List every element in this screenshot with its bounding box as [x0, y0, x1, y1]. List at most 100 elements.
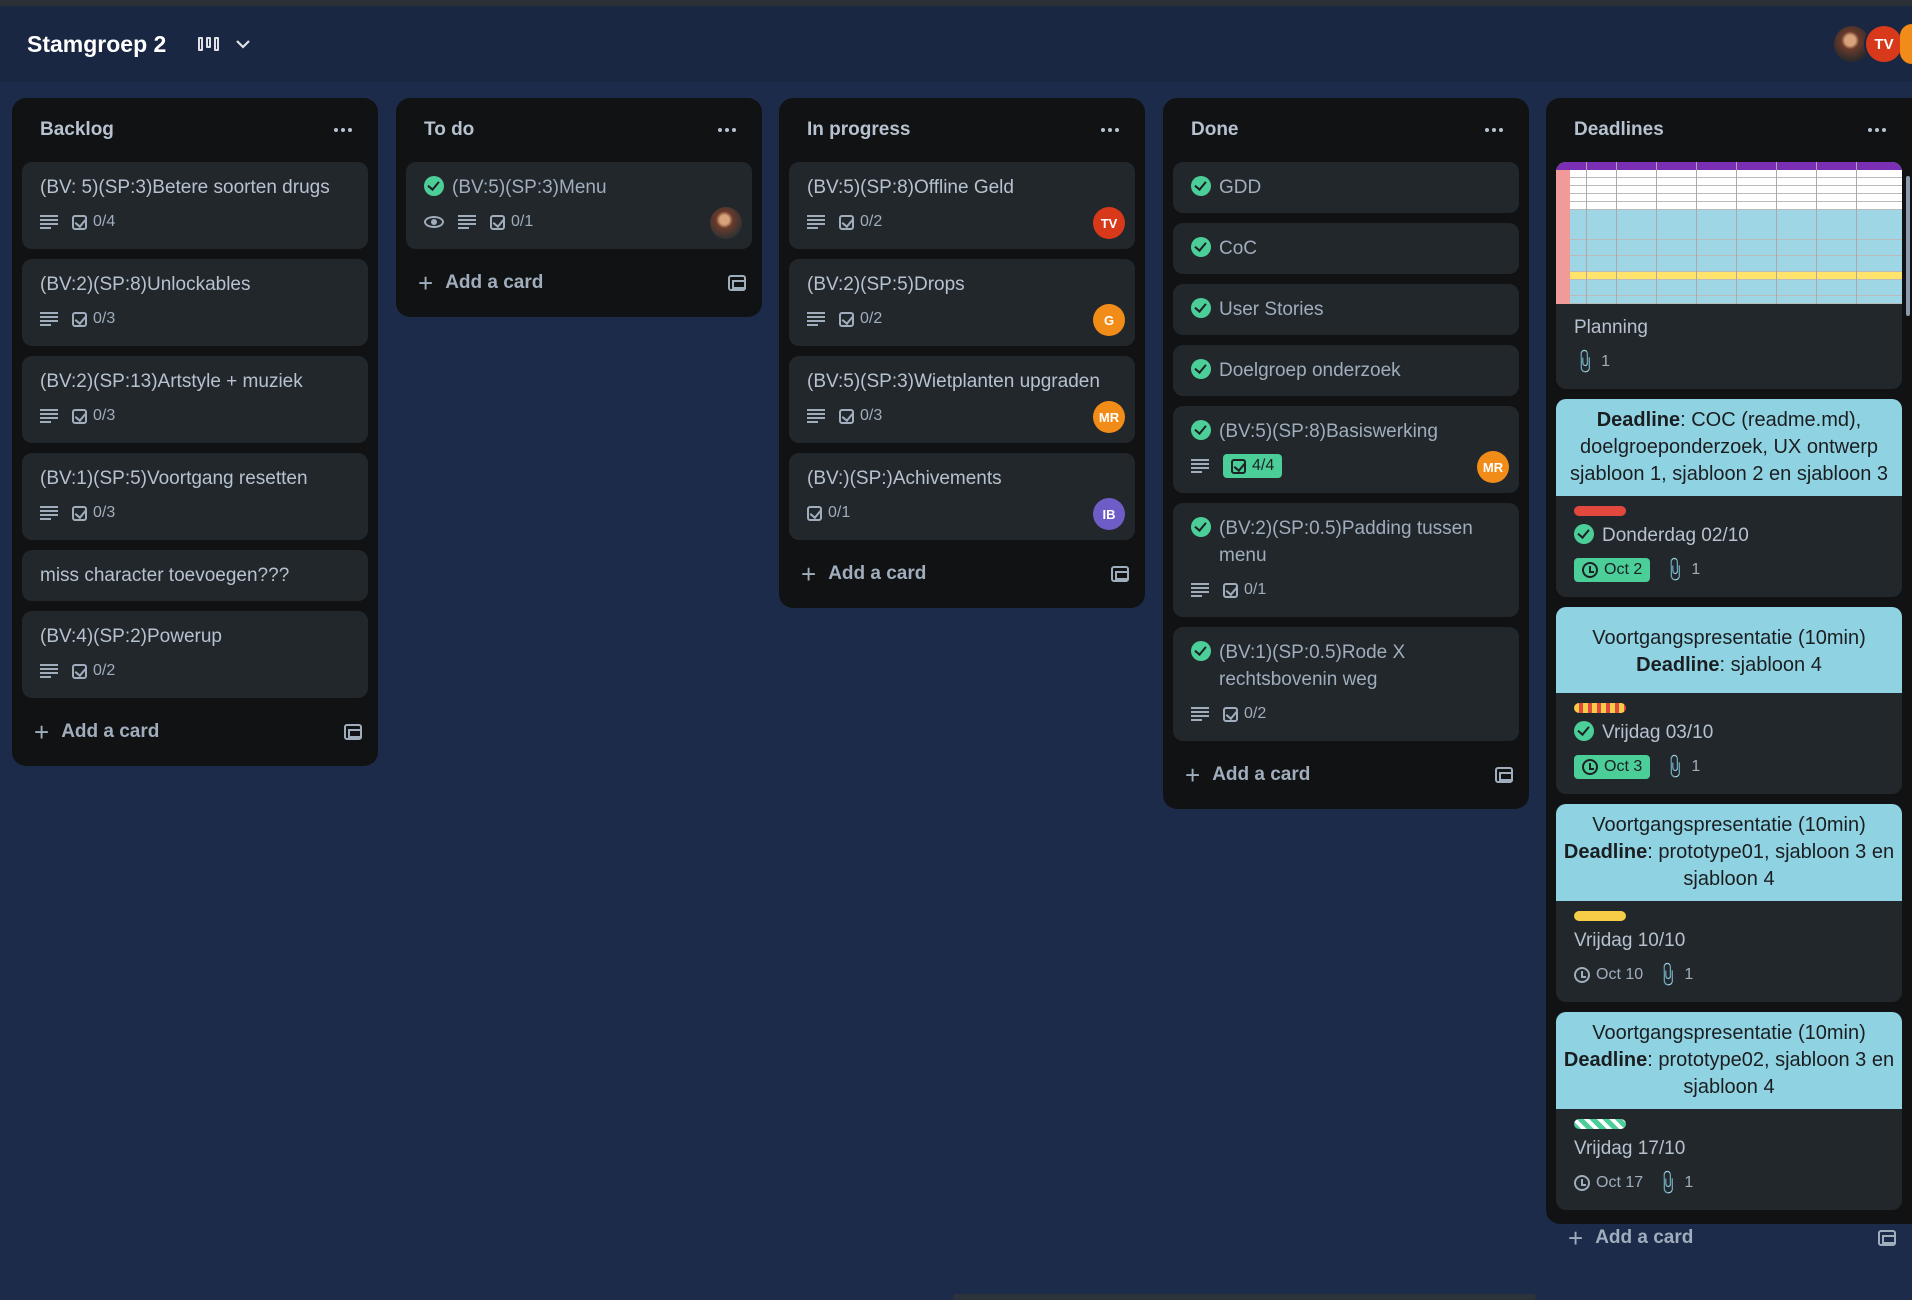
- list-title[interactable]: Backlog: [40, 119, 114, 141]
- list-card[interactable]: miss character toevoegen???: [22, 550, 368, 601]
- list-card[interactable]: Doelgroep onderzoek: [1173, 345, 1519, 396]
- list-card[interactable]: (BV:4)(SP:2)Powerup 0/2: [22, 611, 368, 698]
- avatar[interactable]: MR: [1093, 401, 1125, 433]
- more-options-icon[interactable]: [1860, 120, 1894, 140]
- complete-check-icon[interactable]: [1574, 524, 1594, 544]
- avatar[interactable]: [710, 207, 742, 239]
- attachment-icon: 📎: [1653, 1168, 1683, 1197]
- add-card-label: Add a card: [1595, 1227, 1694, 1248]
- checklist-icon: [839, 311, 854, 327]
- card-template-icon[interactable]: [1495, 767, 1513, 783]
- avatar[interactable]: MR: [1477, 451, 1509, 483]
- list-card[interactable]: Voortgangspresentatie (10min) Deadline: p…: [1556, 1012, 1902, 1210]
- add-card-button[interactable]: + Add a card: [22, 708, 368, 756]
- cover-bold: Deadline: [1636, 654, 1720, 676]
- watching-eye-icon: [424, 216, 444, 228]
- list-card[interactable]: (BV:1)(SP:0.5)Rode X rechtsbovenin weg 0…: [1173, 627, 1519, 741]
- complete-check-icon[interactable]: [1191, 359, 1211, 379]
- list-card[interactable]: (BV:1)(SP:5)Voortgang resetten 0/3: [22, 453, 368, 540]
- more-options-icon[interactable]: [1477, 120, 1511, 140]
- card-template-icon[interactable]: [344, 724, 362, 740]
- checklist-icon: [490, 214, 505, 230]
- complete-check-icon[interactable]: [1191, 641, 1211, 661]
- list-card[interactable]: (BV:2)(SP:0.5)Padding tussen menu 0/1: [1173, 503, 1519, 617]
- list-title[interactable]: Done: [1191, 119, 1239, 141]
- list-title[interactable]: In progress: [807, 119, 910, 141]
- description-icon: [40, 409, 58, 423]
- add-card-button[interactable]: + Add a card: [1173, 751, 1519, 799]
- list-card[interactable]: (BV: 5)(SP:3)Betere soorten drugs 0/4: [22, 162, 368, 249]
- card-title: Donderdag 02/10: [1602, 525, 1749, 546]
- checklist-icon: [839, 408, 854, 424]
- card-template-icon[interactable]: [1878, 1230, 1896, 1246]
- avatar[interactable]: TV: [1093, 207, 1125, 239]
- list-card[interactable]: Voortgangspresentatie (10min) Deadline: s…: [1556, 607, 1902, 794]
- scrollbar-thumb[interactable]: [1906, 176, 1910, 316]
- add-card-button[interactable]: + Add a card: [406, 259, 752, 307]
- list-card[interactable]: User Stories: [1173, 284, 1519, 335]
- list-card[interactable]: (BV:2)(SP:5)Drops 0/2 G: [789, 259, 1135, 346]
- list-card[interactable]: (BV:)(SP:)Achivements 0/1 IB: [789, 453, 1135, 540]
- avatar[interactable]: [1900, 24, 1912, 64]
- board-view-icon[interactable]: [198, 37, 220, 51]
- card-title: (BV:1)(SP:5)Voortgang resetten: [40, 468, 308, 489]
- list-card[interactable]: (BV:2)(SP:8)Unlockables 0/3: [22, 259, 368, 346]
- list-card[interactable]: Deadline: COC (readme.md), doelgroeponde…: [1556, 399, 1902, 597]
- list-card[interactable]: GDD: [1173, 162, 1519, 213]
- description-icon: [40, 506, 58, 520]
- list-card[interactable]: (BV:5)(SP:8)Offline Geld 0/2 TV: [789, 162, 1135, 249]
- complete-check-icon[interactable]: [1191, 237, 1211, 257]
- card-template-icon[interactable]: [728, 275, 746, 291]
- horizontal-scrollbar[interactable]: [953, 1294, 1536, 1300]
- complete-check-icon[interactable]: [1191, 298, 1211, 318]
- list-title[interactable]: Deadlines: [1574, 119, 1664, 141]
- checklist-count: 0/2: [860, 310, 883, 327]
- add-card-footer: + Add a card: [1556, 1214, 1902, 1262]
- avatar[interactable]: IB: [1093, 498, 1125, 530]
- list-card[interactable]: (BV:5)(SP:3)Menu 0/1: [406, 162, 752, 249]
- add-card-button[interactable]: + Add a card: [1556, 1214, 1902, 1262]
- list-card[interactable]: (BV:5)(SP:3)Wietplanten upgraden 0/3 MR: [789, 356, 1135, 443]
- more-options-icon[interactable]: [710, 120, 744, 140]
- card-labels[interactable]: [1574, 1119, 1886, 1129]
- list-card[interactable]: (BV:5)(SP:8)Basiswerking 4/4 MR: [1173, 406, 1519, 493]
- label-yellow[interactable]: [1574, 911, 1626, 921]
- list-card[interactable]: (BV:2)(SP:13)Artstyle + muziek 0/3: [22, 356, 368, 443]
- list-card[interactable]: CoC: [1173, 223, 1519, 274]
- complete-check-icon[interactable]: [424, 176, 444, 196]
- description-icon: [807, 312, 825, 326]
- checklist-count: 0/4: [93, 213, 116, 230]
- checklist-icon: [72, 505, 87, 521]
- avatar[interactable]: G: [1093, 304, 1125, 336]
- card-labels[interactable]: [1574, 506, 1886, 516]
- label-red[interactable]: [1574, 506, 1626, 516]
- complete-check-icon[interactable]: [1191, 420, 1211, 440]
- card-labels[interactable]: [1574, 703, 1886, 713]
- checklist-icon: [72, 214, 87, 230]
- list-deadlines: Deadlines Planning 📎 1 Deadline: COC (re…: [1546, 98, 1912, 1251]
- list-title[interactable]: To do: [424, 119, 474, 141]
- board-members[interactable]: TV: [1832, 24, 1912, 64]
- list-scrollbar[interactable]: [1904, 162, 1912, 1222]
- attachment-count: 1: [1684, 966, 1694, 983]
- list-card[interactable]: Voortgangspresentatie (10min) Deadline: p…: [1556, 804, 1902, 1002]
- cover-pre: Voortgangspresentatie (10min): [1592, 1022, 1866, 1044]
- cover-bold: Deadline: [1563, 841, 1648, 863]
- label-orange[interactable]: [1574, 703, 1626, 713]
- add-card-button[interactable]: + Add a card: [789, 550, 1135, 598]
- list-cards-scroll[interactable]: Planning 📎 1 Deadline: COC (readme.md), d…: [1556, 162, 1902, 1214]
- label-green[interactable]: [1574, 1119, 1626, 1129]
- avatar[interactable]: TV: [1864, 24, 1904, 64]
- complete-check-icon[interactable]: [1191, 517, 1211, 537]
- complete-check-icon[interactable]: [1574, 721, 1594, 741]
- more-options-icon[interactable]: [1093, 120, 1127, 140]
- attachment-icon: 📎: [1653, 960, 1683, 989]
- list-card[interactable]: Planning 📎 1: [1556, 162, 1902, 389]
- complete-check-icon[interactable]: [1191, 176, 1211, 196]
- card-template-icon[interactable]: [1111, 566, 1129, 582]
- board-title[interactable]: Stamgroep 2: [27, 31, 166, 58]
- card-cover: Voortgangspresentatie (10min) Deadline: p…: [1556, 804, 1902, 901]
- more-options-icon[interactable]: [326, 120, 360, 140]
- card-labels[interactable]: [1574, 911, 1886, 921]
- chevron-down-icon[interactable]: [233, 34, 253, 54]
